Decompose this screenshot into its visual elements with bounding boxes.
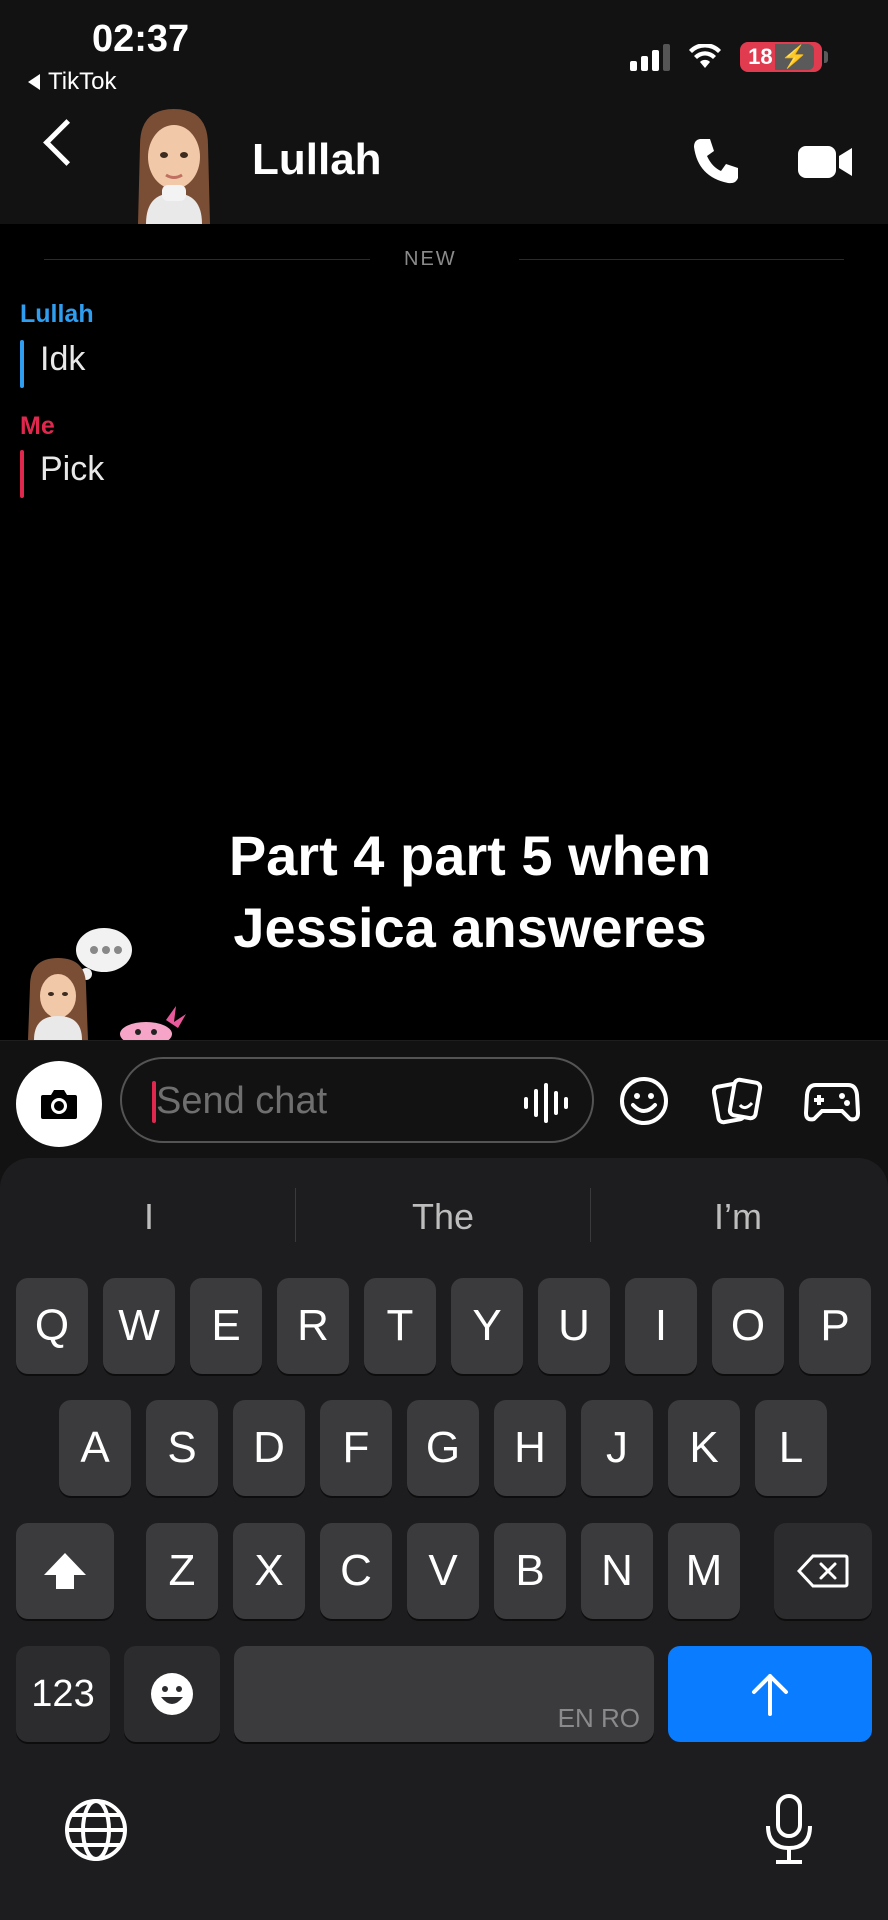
- key-p[interactable]: P: [799, 1278, 871, 1374]
- message-text[interactable]: Pick: [20, 450, 104, 498]
- key-r[interactable]: R: [277, 1278, 349, 1374]
- wifi-icon: [689, 44, 722, 68]
- key-o[interactable]: O: [712, 1278, 784, 1374]
- shift-arrow-icon: [44, 1553, 86, 1589]
- voice-note-icon[interactable]: [522, 1081, 574, 1125]
- back-app-label: TikTok: [48, 68, 117, 95]
- suggestion-2[interactable]: The: [296, 1196, 590, 1238]
- key-u[interactable]: U: [538, 1278, 610, 1374]
- key-d[interactable]: D: [233, 1400, 305, 1496]
- contact-name[interactable]: Lullah: [252, 135, 382, 185]
- key-l[interactable]: L: [755, 1400, 827, 1496]
- key-t[interactable]: T: [364, 1278, 436, 1374]
- camera-icon: [41, 1090, 77, 1119]
- game-controller-icon[interactable]: [804, 1075, 860, 1127]
- status-time: 02:37: [92, 18, 190, 60]
- send-key[interactable]: [668, 1646, 872, 1742]
- space-key[interactable]: EN RO: [234, 1646, 654, 1742]
- message-text[interactable]: Idk: [20, 340, 85, 388]
- axolotl-sticker-icon: [120, 1006, 186, 1040]
- key-j[interactable]: J: [581, 1400, 653, 1496]
- key-m[interactable]: M: [668, 1523, 740, 1619]
- key-c[interactable]: C: [320, 1523, 392, 1619]
- phone-call-icon[interactable]: [690, 135, 742, 187]
- camera-button[interactable]: [16, 1061, 102, 1147]
- memories-cards-icon[interactable]: [712, 1075, 764, 1127]
- message-sender: Lullah: [20, 300, 94, 328]
- cell-signal-icon: [630, 43, 671, 71]
- battery-level: 18: [748, 44, 773, 69]
- chat-header: 02:37 TikTok 18 ⚡ Lullah: [0, 0, 888, 224]
- key-k[interactable]: K: [668, 1400, 740, 1496]
- battery-icon: 18 ⚡: [740, 42, 828, 72]
- suggestion-3[interactable]: I’m: [591, 1196, 885, 1238]
- key-y[interactable]: Y: [451, 1278, 523, 1374]
- key-q[interactable]: Q: [16, 1278, 88, 1374]
- key-a[interactable]: A: [59, 1400, 131, 1496]
- key-z[interactable]: Z: [146, 1523, 218, 1619]
- keyboard-language-label: EN RO: [557, 1703, 640, 1733]
- new-messages-separator: NEW: [44, 246, 844, 272]
- send-chat-input[interactable]: Send chat: [120, 1057, 594, 1143]
- key-n[interactable]: N: [581, 1523, 653, 1619]
- shift-key[interactable]: [16, 1523, 114, 1619]
- video-caption-overlay: Part 4 part 5 when Jessica answeres: [228, 824, 712, 959]
- key-v[interactable]: V: [407, 1523, 479, 1619]
- suggestion-1[interactable]: I: [2, 1196, 296, 1238]
- ios-keyboard: I The I’m Q W E R T Y U I O P A S D F G …: [0, 1158, 888, 1920]
- video-call-icon[interactable]: [798, 142, 854, 182]
- microphone-icon[interactable]: [762, 1794, 816, 1866]
- key-w[interactable]: W: [103, 1278, 175, 1374]
- key-x[interactable]: X: [233, 1523, 305, 1619]
- back-chevron-icon[interactable]: [43, 119, 90, 166]
- key-i[interactable]: I: [625, 1278, 697, 1374]
- numbers-key[interactable]: 123: [16, 1646, 110, 1742]
- chat-input-bar: Send chat: [0, 1040, 888, 1159]
- contact-avatar[interactable]: [126, 105, 222, 224]
- status-icons: 18 ⚡: [630, 42, 828, 72]
- backspace-icon: [797, 1554, 849, 1588]
- globe-icon[interactable]: [64, 1798, 128, 1862]
- backspace-key[interactable]: [774, 1523, 872, 1619]
- key-h[interactable]: H: [494, 1400, 566, 1496]
- emoji-key[interactable]: [124, 1646, 220, 1742]
- up-arrow-icon: [752, 1674, 788, 1716]
- key-s[interactable]: S: [146, 1400, 218, 1496]
- key-f[interactable]: F: [320, 1400, 392, 1496]
- message-sender: Me: [20, 412, 55, 440]
- key-b[interactable]: B: [494, 1523, 566, 1619]
- back-to-app-link[interactable]: TikTok: [28, 68, 116, 96]
- key-g[interactable]: G: [407, 1400, 479, 1496]
- send-chat-placeholder: Send chat: [156, 1080, 328, 1122]
- emoji-face-icon: [151, 1673, 193, 1715]
- emoji-smiley-icon[interactable]: [618, 1075, 670, 1127]
- back-triangle-icon: [28, 74, 40, 90]
- key-e[interactable]: E: [190, 1278, 262, 1374]
